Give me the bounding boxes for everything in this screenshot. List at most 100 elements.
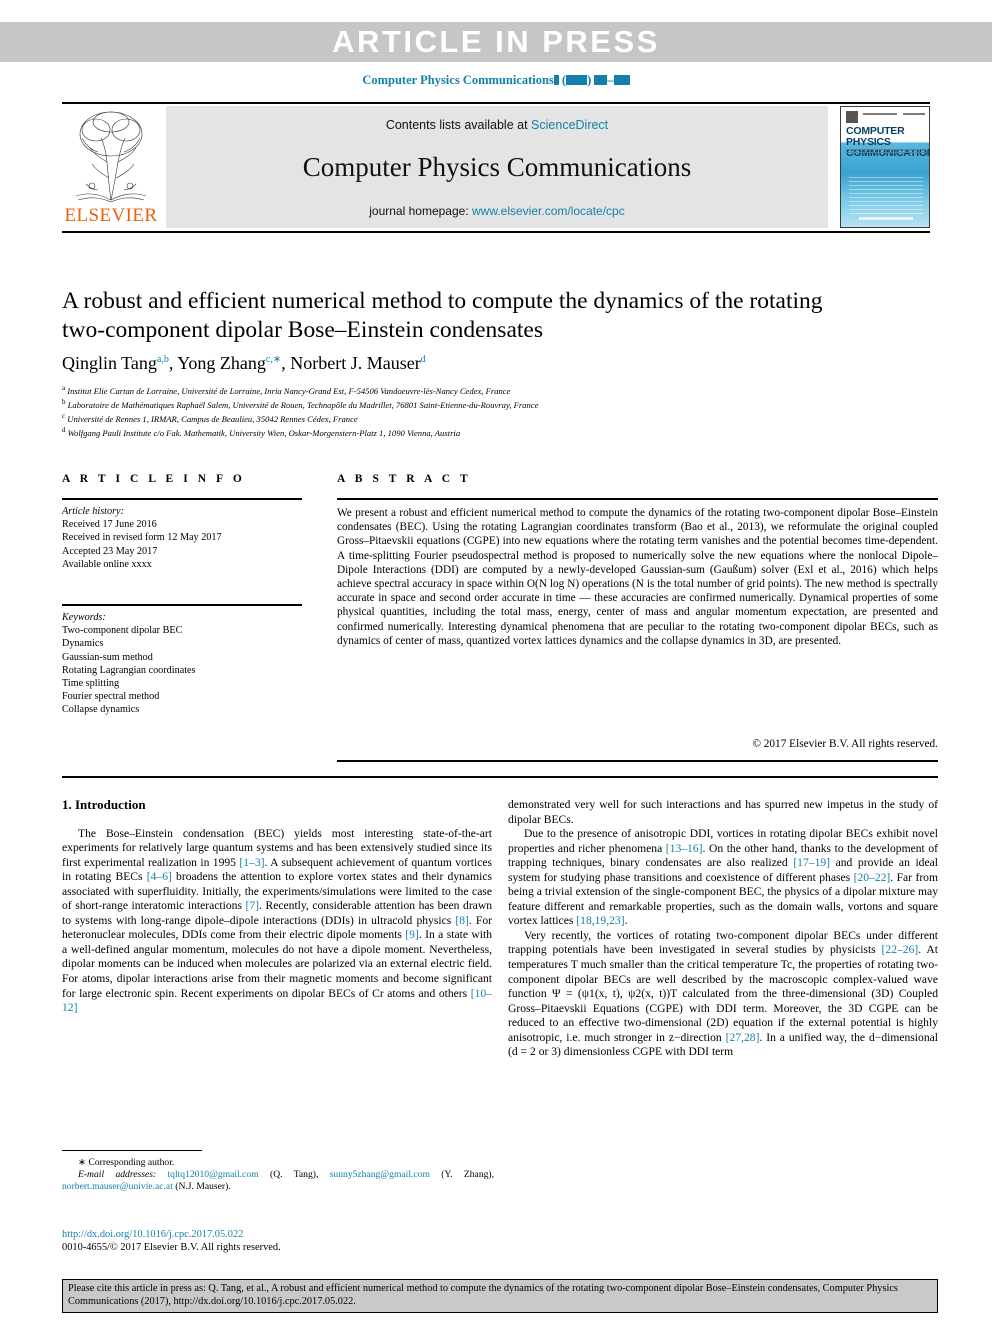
page-title: A robust and efficient numerical method … [62,288,823,343]
citation-reference[interactable]: [7] [246,899,260,912]
cover-footer-rule [859,217,913,220]
affiliation-marker: b [62,397,66,406]
article-info-heading: A R T I C L E I N F O [62,473,246,485]
article-history-item: Received 17 June 2016 [62,519,157,531]
body-paragraph: The Bose–Einstein condensation (BEC) yie… [62,826,493,1015]
cover-subtitle-lines [846,149,926,155]
running-head: Computer Physics Communications () – [0,73,992,88]
keyword-item: Gaussian-sum method [62,651,153,663]
sciencedirect-link[interactable]: ScienceDirect [531,118,608,132]
email-link[interactable]: sunny5zhang@gmail.com [330,1169,430,1180]
email-addresses-label: E-mail addresses: [78,1169,157,1181]
affiliation-marker: a [62,384,66,392]
article-history-item: Received in revised form 12 May 2017 [62,532,222,544]
email-link[interactable]: tqltq12010@gmail.com [167,1169,258,1180]
citation-reference[interactable]: [9] [405,928,419,941]
citation-reference[interactable]: [4–6] [147,870,172,883]
author-name: Yong Zhang [177,353,266,373]
citation-reference[interactable]: [10–12] [62,987,492,1015]
body-paragraph: Due to the presence of anisotropic DDI, … [508,827,938,928]
body-paragraph: Very recently, the vortices of rotating … [508,928,938,1059]
author-affiliation-marker: c,∗ [265,354,282,365]
footnote-rule [62,1150,202,1151]
body-column-left: 1. Introduction The Bose–Einstein conden… [62,797,493,1016]
affiliation-marker: d [62,425,66,434]
article-info-rule [62,498,302,500]
journal-title: Computer Physics Communications [302,152,692,182]
citation-reference[interactable]: [1–3] [239,856,264,869]
corresponding-author-line: ∗ Corresponding author. [62,1157,494,1169]
keyword-item: Time splitting [62,678,120,690]
corresponding-author-marker: ∗ [78,1157,87,1168]
author-affiliation-marker: a,b [156,354,169,365]
author-affiliation-marker: d [420,354,426,365]
elsevier-wordmark: ELSEVIER [64,205,158,226]
affiliation-item: a Institut Elie Cartan de Lorraine, Univ… [62,383,922,397]
article-in-press-label: ARTICLE IN PRESS [332,24,660,59]
abstract-rule-top [337,498,938,500]
redacted-volume-block [553,75,559,85]
keyword-item: Fourier spectral method [62,691,160,703]
affiliation-text: Laboratoire de Mathématiques Raphaël Sal… [67,399,539,410]
abstract-heading: A B S T R A C T [337,473,472,485]
keyword-item: Dynamics [62,638,104,650]
email-addresses-line: E-mail addresses: tqltq12010@gmail.com (… [62,1169,495,1193]
redacted-startpage-block [594,75,608,85]
citation-reference[interactable]: [27,28] [726,1031,760,1044]
affiliation-item: c Université de Rennes 1, IRMAR, Campus … [62,411,922,425]
abstract-rule-bottom [337,760,938,762]
citation-reference[interactable]: [22–26] [882,943,919,956]
journal-cover-thumbnail: COMPUTER PHYSICS COMMUNICATIONS [840,106,930,228]
redacted-year-block [566,75,588,85]
body-column-right: demonstrated very well for such interact… [508,798,938,1060]
journal-header-panel: Contents lists available at ScienceDirec… [166,106,828,228]
page-divider-rule [62,776,938,778]
section-title-introduction: 1. Introduction [62,797,146,812]
homepage-label: journal homepage: [369,204,469,218]
header-rule-top [62,102,930,104]
body-paragraph: demonstrated very well for such interact… [508,798,938,826]
citation-reference[interactable]: [17–19] [793,856,830,869]
cover-top-rule-right [903,113,925,115]
citation-reference[interactable]: [20–22] [854,871,891,884]
homepage-link[interactable]: www.elsevier.com/locate/cpc [472,204,625,218]
redacted-endpage-block [613,75,630,85]
doi-link[interactable]: http://dx.doi.org/10.1016/j.cpc.2017.05.… [62,1228,494,1241]
article-history-item: Accepted 23 May 2017 [62,545,158,557]
cover-body-lines [849,177,923,217]
journal-homepage-line: journal homepage: www.elsevier.com/locat… [166,204,828,218]
keyword-item: Two-component dipolar BEC [62,625,183,637]
abstract-text: We present a robust and efficient numeri… [337,507,938,647]
corresponding-author-label: Corresponding author. [88,1157,175,1168]
citation-reference[interactable]: [13–16] [666,842,703,855]
header-rule-bottom [62,231,930,233]
citation-banner-text: Please cite this article in press as: Q.… [68,1283,898,1307]
citation-reference[interactable]: [8] [455,914,469,927]
journal-header: ELSEVIER Contents lists available at Sci… [62,106,930,228]
article-history: Article history: Received 17 June 2016 R… [62,505,312,571]
elsevier-tree-icon [68,108,154,204]
keyword-list: Keywords: Two-component dipolar BEC Dyna… [62,611,312,717]
affiliation-item: b Laboratoire de Mathématiques Raphaël S… [62,397,922,411]
issn-copyright-line: 0010-4655/© 2017 Elsevier B.V. All right… [62,1242,281,1253]
email-link[interactable]: norbert.mauser@univie.ac.at [62,1181,173,1192]
cover-publisher-mark-icon [846,111,858,123]
citation-reference[interactable]: [18,19,23] [576,914,624,927]
affiliation-text: Institut Elie Cartan de Lorraine, Univer… [67,385,511,396]
footnote-block: ∗ Corresponding author. E-mail addresses… [62,1157,494,1194]
keywords-rule [62,604,302,606]
affiliation-text: Wolfgang Pauli Institute c/o Fak. Mathem… [67,427,461,438]
running-head-journal: Computer Physics Communications [362,73,554,87]
author-name: Qinglin Tang [62,353,157,373]
email-owner: (Q. Tang) [270,1169,316,1181]
abstract-copyright: © 2017 Elsevier B.V. All rights reserved… [752,738,938,750]
email-owner: (N.J. Mauser) [175,1181,229,1193]
email-owner: (Y. Zhang) [441,1169,492,1181]
elsevier-logo: ELSEVIER [62,106,160,228]
author-list: Qinglin Tanga,b, Yong Zhangc,∗, Norbert … [62,353,426,373]
affiliation-list: a Institut Elie Cartan de Lorraine, Univ… [62,383,922,439]
affiliation-item: d Wolfgang Pauli Institute c/o Fak. Math… [62,425,922,439]
cover-top-rule-left [863,113,897,115]
article-history-item: Available online xxxx [62,558,152,570]
affiliation-marker: c [62,411,66,420]
